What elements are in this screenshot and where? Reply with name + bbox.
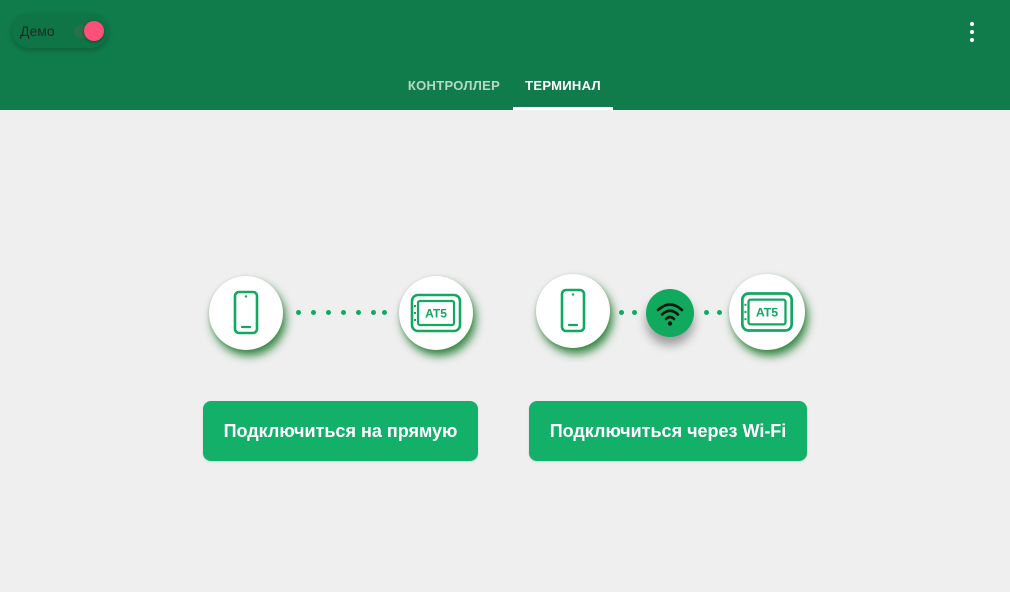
- demo-toggle[interactable]: Демо: [12, 14, 108, 48]
- demo-switch-thumb[interactable]: [84, 21, 104, 41]
- app-root: Демо КОНТРОЛЛЕР ТЕРМИНАЛ AT5 Подключитьс…: [0, 0, 1010, 592]
- tab-terminal[interactable]: ТЕРМИНАЛ: [513, 64, 613, 110]
- wifi-node: [646, 289, 694, 337]
- device-label: AT5: [425, 307, 447, 321]
- connection-dots-direct: [296, 310, 388, 316]
- wifi-icon: [656, 303, 684, 326]
- smartphone-node-direct: [209, 276, 283, 350]
- smartphone-icon: [233, 290, 259, 335]
- smartphone-icon: [560, 288, 586, 333]
- terminal-device-icon: AT5: [410, 293, 462, 333]
- tab-indicator: [513, 107, 613, 110]
- smartphone-node-wifi: [536, 274, 610, 348]
- terminal-device-icon: AT5: [741, 292, 793, 332]
- app-bar: Демо КОНТРОЛЛЕР ТЕРМИНАЛ: [0, 0, 1010, 110]
- terminal-node-direct: AT5: [399, 276, 473, 350]
- tab-terminal-label: ТЕРМИНАЛ: [525, 78, 601, 93]
- demo-label: Демо: [20, 23, 55, 39]
- terminal-node-wifi: AT5: [729, 274, 805, 350]
- connection-dots-wifi-right: [704, 310, 724, 316]
- tab-controller[interactable]: КОНТРОЛЛЕР: [396, 64, 512, 110]
- more-vert-icon[interactable]: [960, 18, 984, 46]
- connection-dots-wifi-left: [619, 310, 639, 316]
- connect-direct-button[interactable]: Подключиться на прямую: [203, 401, 478, 461]
- connect-wifi-button[interactable]: Подключиться через Wi-Fi: [529, 401, 807, 461]
- device-label: AT5: [756, 306, 778, 320]
